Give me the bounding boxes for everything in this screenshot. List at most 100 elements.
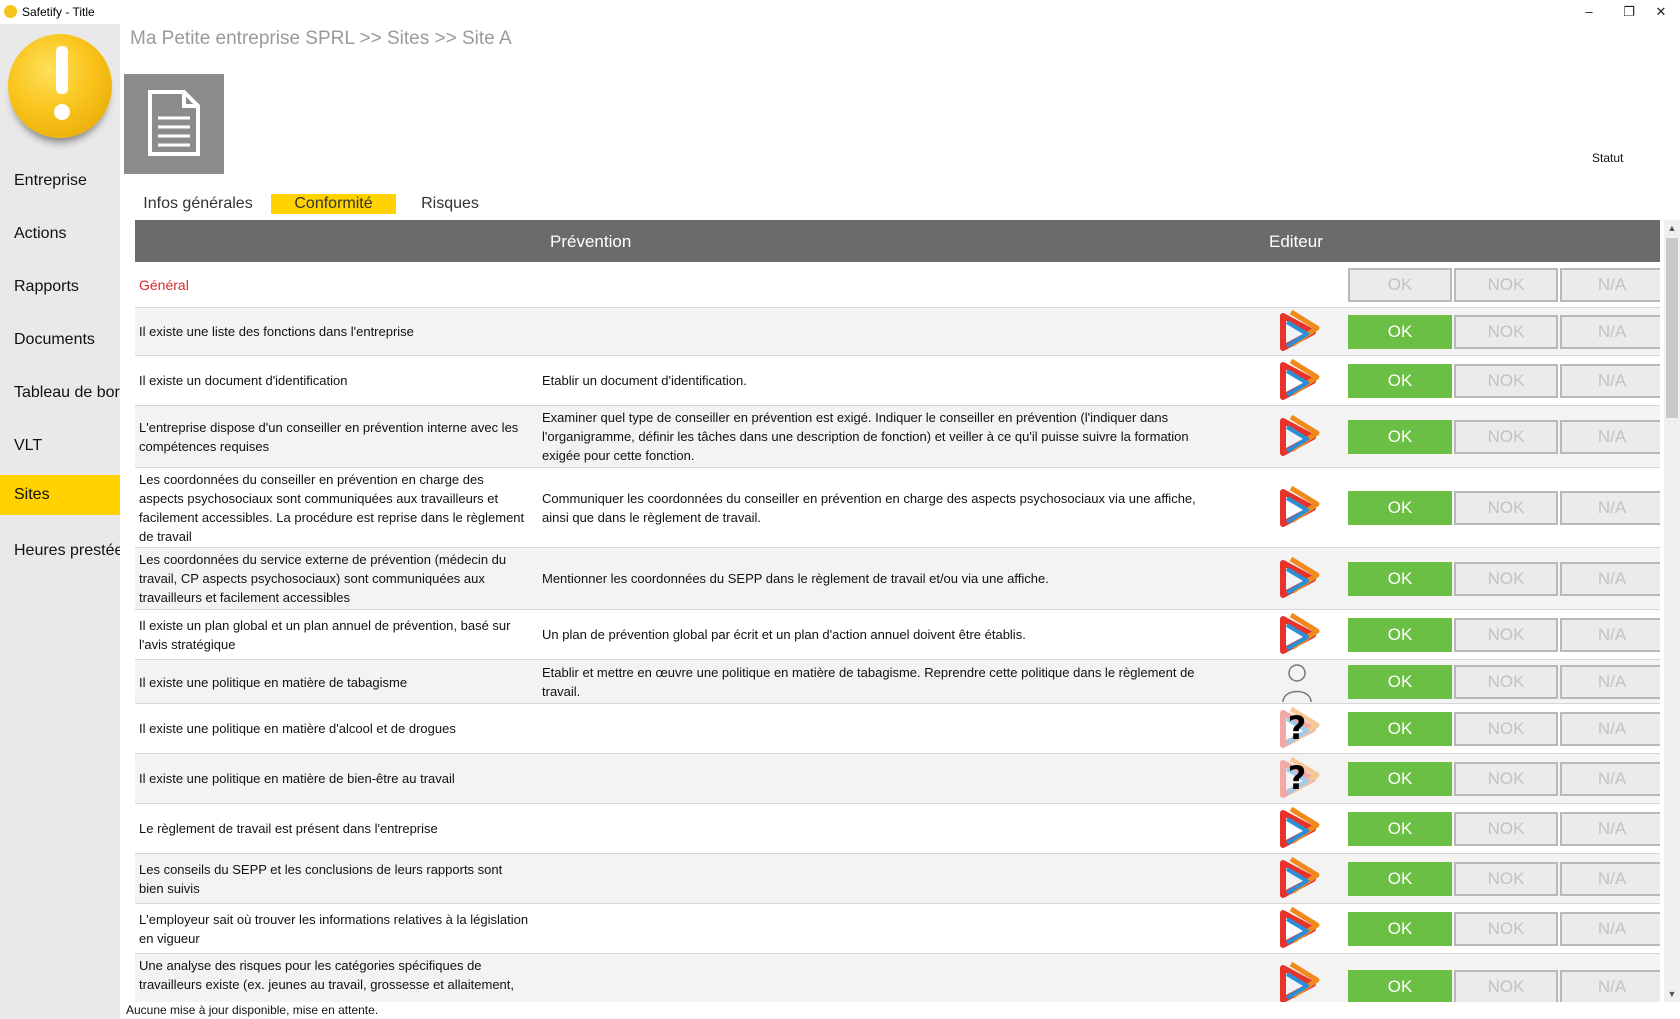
nok-button[interactable]: NOK — [1454, 812, 1558, 846]
column-header-editeur: Editeur — [1269, 232, 1323, 251]
unknown-logo-icon: ? — [1273, 705, 1321, 753]
row-question: Il existe une politique en matière de ta… — [139, 675, 408, 690]
ok-button[interactable]: OK — [1348, 665, 1452, 699]
nok-button[interactable]: NOK — [1454, 862, 1558, 896]
status-buttons: OK NOK N/A — [1348, 812, 1660, 846]
tab-conformite[interactable]: Conformité — [271, 194, 396, 214]
unknown-logo-icon: ? — [1273, 755, 1321, 803]
na-button[interactable]: N/A — [1560, 762, 1660, 796]
window-title: Safetify - Title — [22, 5, 95, 19]
table-row: Il existe une liste des fonctions dans l… — [135, 308, 1660, 356]
section-row: Général OK NOK N/A — [135, 262, 1660, 308]
na-button[interactable]: N/A — [1560, 812, 1660, 846]
row-action: Communiquer les coordonnées du conseille… — [542, 491, 1196, 525]
na-button[interactable]: N/A — [1560, 912, 1660, 946]
nok-button[interactable]: NOK — [1454, 268, 1558, 302]
na-button[interactable]: N/A — [1560, 862, 1660, 896]
nok-button[interactable]: NOK — [1454, 364, 1558, 398]
section-status-buttons: OK NOK N/A — [1348, 268, 1660, 302]
na-button[interactable]: N/A — [1560, 364, 1660, 398]
na-button[interactable]: N/A — [1560, 491, 1660, 525]
nok-button[interactable]: NOK — [1454, 491, 1558, 525]
sidebar-item-documents[interactable]: Documents — [0, 320, 120, 360]
ok-button[interactable]: OK — [1348, 562, 1452, 596]
brand-logo-icon — [1273, 805, 1321, 853]
table-row: Il existe une politique en matière de ta… — [135, 660, 1660, 704]
ok-button[interactable]: OK — [1348, 762, 1452, 796]
ok-button[interactable]: OK — [1348, 862, 1452, 896]
brand-logo-icon — [1273, 960, 1321, 1002]
column-header-prevention: Prévention — [550, 232, 632, 251]
sidebar-item-tableau-de-bord[interactable]: Tableau de bord — [0, 373, 120, 413]
row-action: Etablir un document d'identification. — [542, 373, 747, 388]
nok-button[interactable]: NOK — [1454, 618, 1558, 652]
close-button[interactable]: ✕ — [1646, 2, 1676, 22]
row-question: Une analyse des risques pour les catégor… — [139, 958, 515, 992]
scroll-up-icon[interactable]: ▲ — [1664, 220, 1680, 236]
na-button[interactable]: N/A — [1560, 268, 1660, 302]
table-row: Les conseils du SEPP et les conclusions … — [135, 854, 1660, 904]
status-buttons: OK NOK N/A — [1348, 970, 1660, 1002]
status-buttons: OK NOK N/A — [1348, 862, 1660, 896]
nok-button[interactable]: NOK — [1454, 712, 1558, 746]
nok-button[interactable]: NOK — [1454, 762, 1558, 796]
ok-button[interactable]: OK — [1348, 268, 1452, 302]
na-button[interactable]: N/A — [1560, 712, 1660, 746]
row-question: Les conseils du SEPP et les conclusions … — [139, 862, 503, 896]
scroll-down-icon[interactable]: ▼ — [1664, 986, 1680, 1002]
ok-button[interactable]: OK — [1348, 712, 1452, 746]
ok-button[interactable]: OK — [1348, 618, 1452, 652]
row-question: Le règlement de travail est présent dans… — [139, 821, 438, 836]
status-bar: Aucune mise à jour disponible, mise en a… — [120, 1002, 1680, 1019]
app-icon — [4, 5, 17, 18]
tab-infos-generales[interactable]: Infos générales — [138, 194, 258, 214]
row-action: Examiner quel type de conseiller en prév… — [542, 410, 1189, 463]
nok-button[interactable]: NOK — [1454, 665, 1558, 699]
na-button[interactable]: N/A — [1560, 970, 1660, 1002]
site-document-tile[interactable] — [124, 74, 224, 174]
nok-button[interactable]: NOK — [1454, 420, 1558, 454]
row-question: Les coordonnées du service externe de pr… — [139, 552, 507, 605]
ok-button[interactable]: OK — [1348, 812, 1452, 846]
sidebar-item-entreprise[interactable]: Entreprise — [0, 161, 120, 201]
tab-risques[interactable]: Risques — [415, 194, 485, 214]
sidebar-item-vlt[interactable]: VLT — [0, 426, 120, 466]
nok-button[interactable]: NOK — [1454, 970, 1558, 1002]
na-button[interactable]: N/A — [1560, 665, 1660, 699]
na-button[interactable]: N/A — [1560, 315, 1660, 349]
ok-button[interactable]: OK — [1348, 491, 1452, 525]
table-row: Il existe un document d'identification E… — [135, 356, 1660, 406]
sidebar-item-sites[interactable]: Sites — [0, 475, 120, 515]
row-question: Il existe une politique en matière de bi… — [139, 771, 455, 786]
sidebar-item-actions[interactable]: Actions — [0, 214, 120, 254]
sidebar-item-rapports[interactable]: Rapports — [0, 267, 120, 307]
ok-button[interactable]: OK — [1348, 970, 1452, 1002]
vertical-scrollbar[interactable]: ▲ ▼ — [1664, 220, 1680, 1002]
brand-logo-icon — [1273, 905, 1321, 953]
status-buttons: OK NOK N/A — [1348, 912, 1660, 946]
sidebar-item-heures-prestees[interactable]: Heures prestées — [0, 531, 120, 571]
nok-button[interactable]: NOK — [1454, 912, 1558, 946]
maximize-button[interactable]: ❐ — [1614, 2, 1644, 22]
status-buttons: OK NOK N/A — [1348, 491, 1660, 525]
na-button[interactable]: N/A — [1560, 420, 1660, 454]
minimize-button[interactable]: – — [1574, 2, 1604, 22]
na-button[interactable]: N/A — [1560, 618, 1660, 652]
table-row: Une analyse des risques pour les catégor… — [135, 954, 1660, 1002]
table-row: Il existe une politique en matière de bi… — [135, 754, 1660, 804]
ok-button[interactable]: OK — [1348, 912, 1452, 946]
na-button[interactable]: N/A — [1560, 562, 1660, 596]
ok-button[interactable]: OK — [1348, 420, 1452, 454]
status-buttons: OK NOK N/A — [1348, 665, 1660, 699]
brand-logo-icon — [1273, 611, 1321, 659]
ok-button[interactable]: OK — [1348, 364, 1452, 398]
scrollbar-thumb[interactable] — [1666, 238, 1678, 418]
section-label: Général — [139, 277, 189, 293]
table-row: Les coordonnées du conseiller en prévent… — [135, 468, 1660, 548]
row-question: Il existe une politique en matière d'alc… — [139, 721, 456, 736]
nok-button[interactable]: NOK — [1454, 562, 1558, 596]
row-action: Etablir et mettre en œuvre une politique… — [542, 665, 1195, 699]
nok-button[interactable]: NOK — [1454, 315, 1558, 349]
status-buttons: OK NOK N/A — [1348, 762, 1660, 796]
ok-button[interactable]: OK — [1348, 315, 1452, 349]
